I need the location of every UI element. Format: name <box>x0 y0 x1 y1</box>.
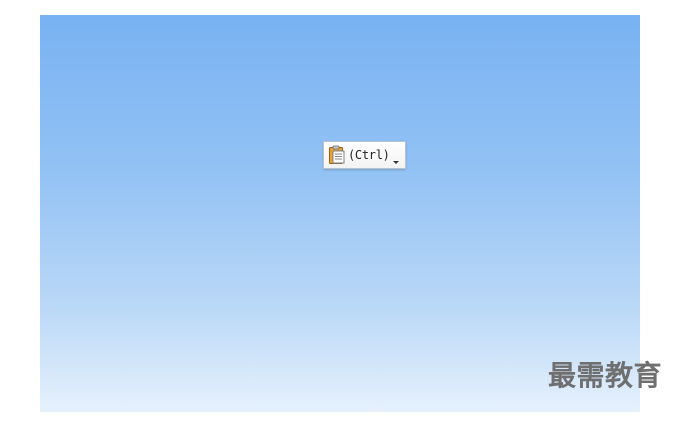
chevron-down-icon[interactable] <box>392 151 400 164</box>
screenshot-page: (Ctrl) 最需教育 <box>0 0 699 422</box>
slide-canvas[interactable] <box>40 15 640 412</box>
paste-options-button[interactable]: (Ctrl) <box>323 141 406 169</box>
paste-options-label: (Ctrl) <box>348 148 390 162</box>
clipboard-icon <box>328 145 346 165</box>
watermark-text: 最需教育 <box>548 359 663 392</box>
